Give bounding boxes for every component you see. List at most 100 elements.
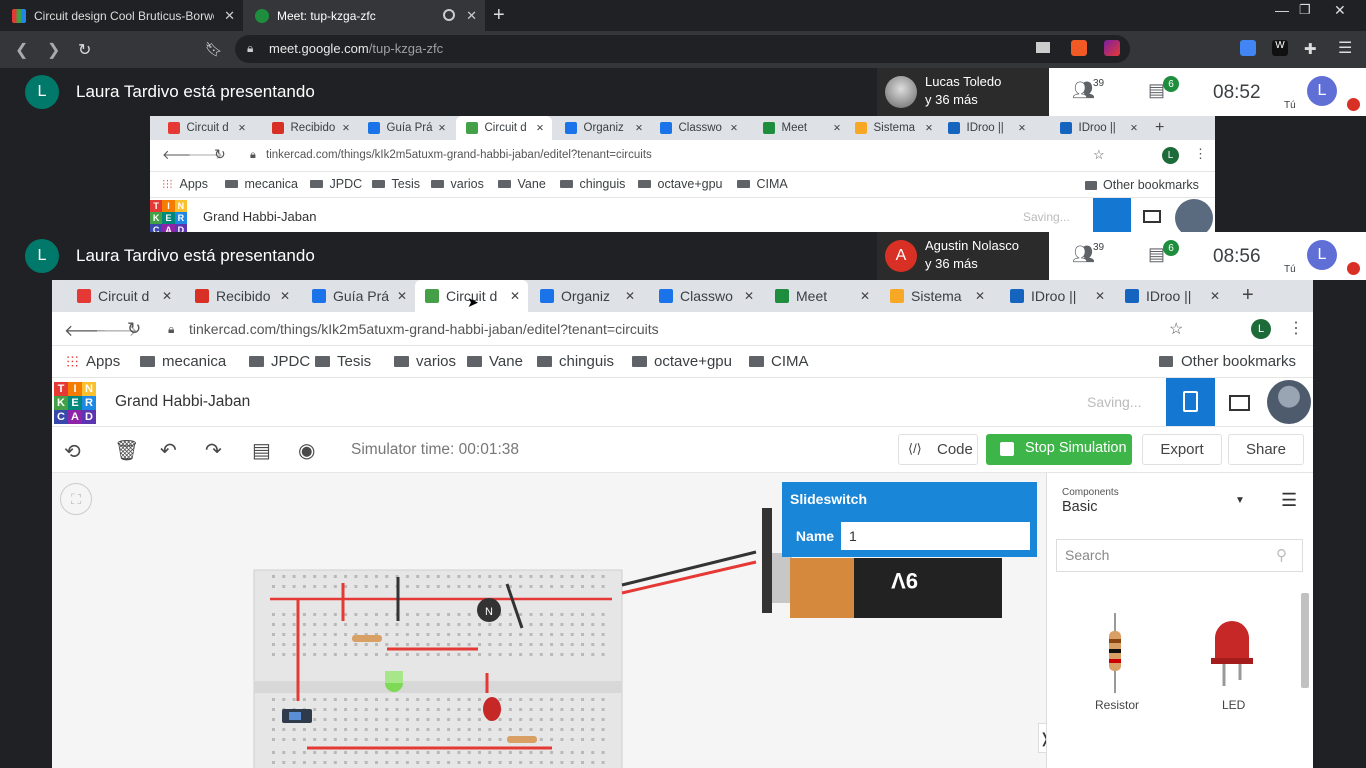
tab-favicon	[659, 289, 673, 303]
extensions-icon[interactable]: ✚	[1304, 40, 1320, 58]
new-tab-icon[interactable]: +	[493, 4, 505, 27]
wikipedia-icon[interactable]: W	[1272, 40, 1288, 56]
name-label: Name	[789, 522, 841, 550]
close-icon: ✕	[342, 122, 350, 134]
close-icon: ✕	[925, 122, 933, 134]
resistor-component	[352, 635, 382, 642]
list-view-icon	[1229, 395, 1250, 411]
tinkercad-header: TINKERCAD Grand Habbi-Jaban Saving...	[150, 198, 1215, 232]
mouse-cursor-icon: ➤	[467, 294, 479, 310]
tab-favicon	[775, 289, 789, 303]
browser-tab-tinkercad[interactable]: Circuit design Cool Bruticus-Borwo | Tin…	[0, 0, 243, 31]
brave-rewards-icon[interactable]	[1104, 40, 1120, 56]
people-icon[interactable]: 👥︎	[1072, 80, 1095, 101]
back-icon[interactable]: ❮	[15, 40, 28, 60]
camera-icon[interactable]	[1036, 42, 1050, 53]
circuit-view-button	[1093, 198, 1131, 232]
logo-letter: R	[174, 212, 187, 224]
inner-tab-label: IDroo ||	[1078, 122, 1116, 134]
bookmark-label: mecanica	[244, 177, 299, 191]
close-icon[interactable]: ✕	[224, 8, 235, 24]
reload-icon[interactable]: ↻	[78, 40, 91, 60]
close-icon[interactable]: ✕	[466, 8, 477, 24]
tab-favicon	[77, 289, 91, 303]
tab-title: Meet: tup-kzga-zfc	[277, 8, 376, 23]
presenter-text: Laura Tardivo está presentando	[76, 246, 315, 265]
circuit-view-button	[1166, 378, 1215, 426]
bookmark-label: varios	[416, 353, 457, 370]
logo-letter: D	[82, 410, 96, 424]
bookmark-icon[interactable]: 🔖︎	[205, 41, 223, 58]
close-icon: ✕	[238, 122, 246, 134]
bookmark-folder: chinguis	[560, 177, 625, 191]
inner-tab: Circuit d ✕	[67, 280, 180, 312]
project-title: Grand Habbi-Jaban	[115, 393, 251, 410]
user-avatar	[1175, 199, 1213, 232]
tinkercad-favicon	[12, 8, 26, 23]
tab-favicon	[272, 122, 284, 134]
shared-screen-large: Circuit d ✕ Recibido ✕ Guía Prá ✕ Circuit d ✕ Or…	[52, 280, 1313, 768]
close-icon: ✕	[509, 289, 520, 303]
tinkercad-logo: TINKERCAD	[54, 382, 96, 424]
presenter-avatar: L	[25, 75, 59, 109]
folder-icon	[372, 179, 385, 189]
bookmark-folder: CIMA	[749, 353, 809, 370]
people-icon[interactable]: 👥︎	[1072, 244, 1095, 265]
browser-tab-strip: Circuit design Cool Bruticus-Borwo | Tin…	[0, 0, 1366, 31]
translate-icon[interactable]	[1240, 40, 1256, 56]
folder-icon	[560, 179, 573, 189]
bookmark-folder: mecanica	[225, 177, 298, 191]
bookmark-label: octave+gpu	[654, 353, 732, 370]
url-text[interactable]: meet.google.com/tup-kzga-zfc	[269, 41, 443, 56]
popup-title: Slideswitch	[790, 491, 868, 507]
brave-shield-icon[interactable]	[1071, 40, 1087, 56]
close-window-icon[interactable]: ✕	[1334, 2, 1346, 19]
bookmark-folder: chinguis	[537, 353, 614, 370]
properties-popup: Slideswitch Name 1	[782, 482, 1037, 557]
close-icon: ✕	[1018, 122, 1026, 134]
inner-tab: Circuit d ✕	[158, 116, 254, 140]
tab-favicon	[565, 122, 577, 134]
bookmark-label: CIMA	[756, 177, 788, 191]
folder-icon	[537, 356, 552, 367]
components-caption: Components	[1062, 487, 1119, 498]
menu-icon[interactable]: ☰	[1338, 38, 1352, 58]
self-avatar[interactable]: L	[1307, 76, 1337, 106]
participant-more: y 36 más	[925, 256, 978, 271]
forward-icon[interactable]: ❯	[47, 40, 60, 60]
browser-tab-meet[interactable]: Meet: tup-kzga-zfc ✕	[243, 0, 485, 31]
tinkercad-header: TINKERCAD Grand Habbi-Jaban Saving...	[52, 378, 1313, 426]
participant-avatar: A	[885, 240, 917, 272]
close-icon: ✕	[1094, 289, 1105, 303]
green-led-body	[385, 671, 403, 683]
code-button: ⟨/⟩ Code	[898, 434, 978, 465]
logo-letter: E	[162, 212, 175, 224]
notes-icon: ▤	[252, 440, 271, 462]
chat-badge: 6	[1163, 240, 1179, 256]
tab-favicon	[1125, 289, 1139, 303]
inner-tab-label: Sistema	[873, 122, 916, 134]
minimize-icon[interactable]: —	[1275, 2, 1289, 18]
user-avatar	[1267, 380, 1311, 424]
menu-icon: ⋮	[1288, 320, 1304, 337]
chip-icon	[1183, 391, 1198, 412]
folder-icon	[737, 179, 750, 189]
rotate-icon: ⟲	[64, 441, 81, 463]
bookmark-folder: mecanica	[140, 353, 226, 370]
restore-icon[interactable]: ❐	[1299, 2, 1311, 18]
bookmark-label: Tesis	[337, 353, 372, 370]
bookmark-label: JPDC	[329, 177, 363, 191]
recording-icon	[443, 9, 455, 21]
red-led	[483, 697, 501, 721]
tab-favicon	[1010, 289, 1024, 303]
shared-screen-small: Circuit d ✕ Recibido ✕ Guía Prá ✕ Circuit d ✕ Or…	[150, 116, 1215, 232]
inner-tab-label: Meet	[781, 122, 808, 134]
inner-tab: IDroo || ✕	[1050, 116, 1146, 140]
close-icon: ✕	[279, 289, 290, 303]
lock-icon: 🔒︎	[250, 149, 256, 161]
tab-favicon	[312, 289, 326, 303]
code-label: Code	[937, 441, 973, 458]
bookmark-label: Vane	[517, 177, 546, 191]
self-avatar[interactable]: L	[1307, 240, 1337, 270]
tinkercad-logo: TINKERCAD	[150, 200, 187, 232]
